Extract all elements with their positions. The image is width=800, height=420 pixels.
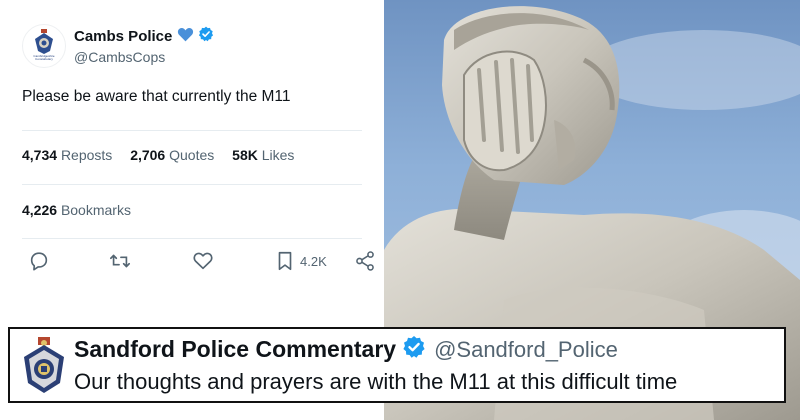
repost-button[interactable] bbox=[108, 250, 132, 272]
repost-icon bbox=[110, 254, 130, 268]
likes-label: Likes bbox=[261, 147, 295, 163]
reposts-count: 4,734 bbox=[22, 147, 58, 163]
overlay-tweet-text: Our thoughts and prayers are with the M1… bbox=[74, 369, 678, 394]
police-badge-icon[interactable] bbox=[20, 337, 68, 400]
bookmark-button[interactable]: 4.2K bbox=[274, 250, 327, 272]
verified-badge-icon bbox=[198, 26, 214, 47]
name-row: Cambs Police bbox=[74, 26, 214, 47]
bookmarks-stat[interactable]: 4,226 Bookmarks bbox=[22, 202, 131, 218]
likes-count: 58K bbox=[232, 147, 258, 163]
quotes-label: Quotes bbox=[169, 147, 215, 163]
bookmark-icon bbox=[278, 251, 292, 271]
verified-badge-icon bbox=[402, 335, 426, 364]
divider bbox=[22, 130, 362, 131]
quotes-count: 2,706 bbox=[130, 147, 166, 163]
share-icon bbox=[356, 251, 374, 271]
avatar-caption: Cambridgeshire Constabulary bbox=[33, 54, 55, 61]
action-bar: 4.2K bbox=[0, 250, 384, 276]
overlay-tweet: Sandford Police Commentary @Sandford_Pol… bbox=[8, 327, 786, 403]
reposts-label: Reposts bbox=[60, 147, 113, 163]
overlay-name-row: Sandford Police Commentary @Sandford_Pol… bbox=[74, 335, 618, 364]
divider bbox=[22, 238, 362, 239]
blue-heart-icon bbox=[177, 27, 194, 47]
overlay-display-name[interactable]: Sandford Police Commentary bbox=[74, 336, 396, 363]
handle[interactable]: @CambsCops bbox=[74, 49, 165, 65]
bookmarks-label: Bookmarks bbox=[60, 202, 131, 218]
display-name[interactable]: Cambs Police bbox=[74, 28, 172, 45]
divider bbox=[22, 184, 362, 185]
share-button[interactable] bbox=[354, 250, 376, 272]
overlay-handle[interactable]: @Sandford_Police bbox=[434, 337, 618, 363]
tweet-text: Please be aware that currently the M11 bbox=[22, 88, 291, 105]
reply-icon bbox=[30, 252, 48, 271]
heart-icon bbox=[193, 252, 213, 270]
reply-button[interactable] bbox=[28, 250, 50, 272]
quotes-stat[interactable]: 2,706 Quotes bbox=[130, 147, 214, 163]
bookmark-count: 4.2K bbox=[300, 253, 327, 269]
bookmarks-count: 4,226 bbox=[22, 202, 58, 218]
avatar[interactable]: Cambridgeshire Constabulary bbox=[22, 24, 66, 68]
reposts-stat[interactable]: 4,734 Reposts bbox=[22, 147, 112, 163]
likes-stat[interactable]: 58K Likes bbox=[232, 147, 294, 163]
engagement-stats: 4,734 Reposts 2,706 Quotes 58K Likes bbox=[22, 147, 308, 163]
police-crest-icon bbox=[35, 29, 53, 54]
like-button[interactable] bbox=[192, 250, 214, 272]
